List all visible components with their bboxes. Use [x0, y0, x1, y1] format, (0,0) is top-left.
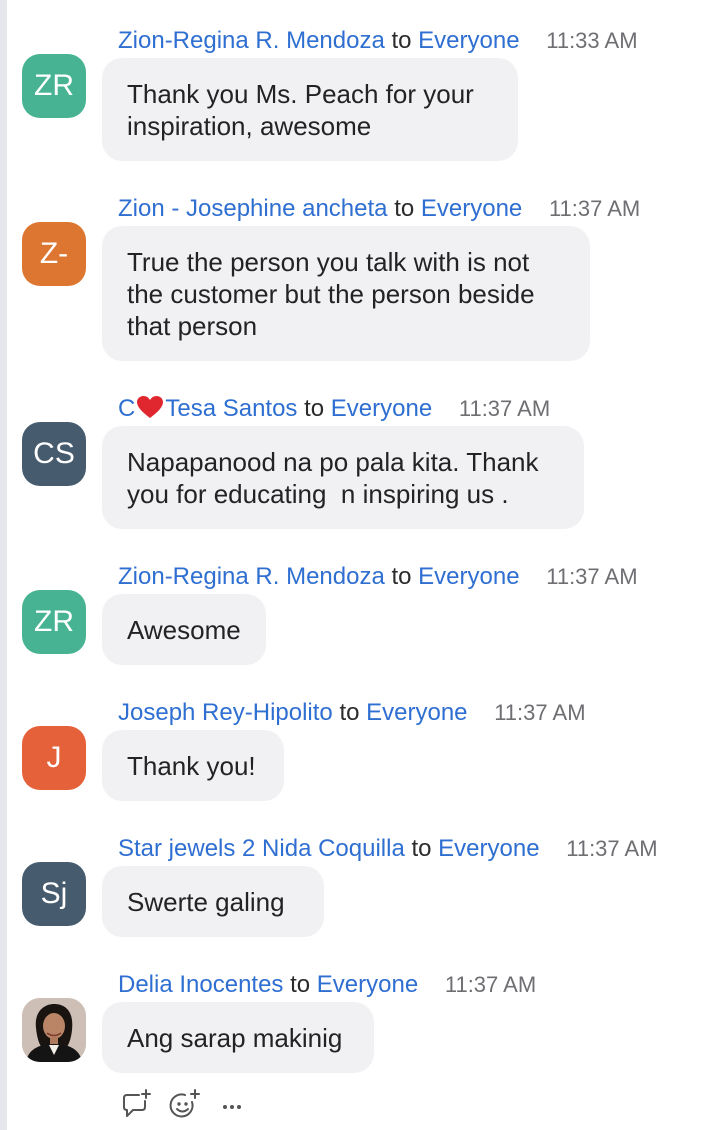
avatar-initials: Sj: [40, 877, 68, 910]
timestamp: 11:37 AM: [458, 396, 551, 421]
avatar-initials: ZR: [34, 69, 74, 102]
recipient-name[interactable]: Everyone: [331, 395, 432, 422]
message-header: Zion - Josephine ancheta to Everyone 11:…: [118, 194, 640, 224]
message-bubble[interactable]: Ang sarap makinig: [102, 1002, 374, 1073]
sender-name[interactable]: C Tesa Santos: [118, 395, 297, 422]
timestamp: 11:33 AM: [546, 28, 638, 53]
sender-prefix: C: [118, 395, 136, 422]
message-header: Delia Inocentes to Everyone 11:37 AM: [118, 970, 536, 1000]
sender-name[interactable]: Star jewels 2 Nida Coquilla: [118, 835, 405, 862]
message-bubble[interactable]: Swerte galing: [102, 866, 324, 937]
more-options-button[interactable]: [216, 1088, 252, 1122]
sender-name[interactable]: Zion-Regina R. Mendoza: [118, 27, 385, 54]
sender-name[interactable]: Zion - Josephine ancheta: [118, 195, 388, 222]
timestamp: 11:37 AM: [548, 196, 641, 221]
timestamp: 11:37 AM: [546, 564, 638, 589]
avatar[interactable]: Z-: [22, 222, 86, 286]
message-actions: [118, 1088, 265, 1122]
reply-button[interactable]: [118, 1088, 154, 1122]
message-header: C Tesa Santos to Everyone 11:37 AM: [118, 394, 550, 424]
message-bubble[interactable]: True the person you talk with is not the…: [102, 226, 590, 361]
to-label: to: [304, 395, 325, 422]
left-border: [0, 0, 7, 1130]
avatar-initials: CS: [33, 437, 75, 470]
to-label: to: [290, 971, 311, 998]
timestamp: 11:37 AM: [566, 836, 658, 861]
avatar[interactable]: CS: [22, 422, 86, 486]
more-options-icon: [223, 1105, 241, 1109]
chat-panel: Zion-Regina R. Mendoza to Everyone 11:33…: [0, 0, 718, 1130]
recipient-name[interactable]: Everyone: [418, 563, 519, 590]
reply-icon: [123, 1089, 151, 1117]
recipient-name[interactable]: Everyone: [418, 27, 519, 54]
avatar-initials: ZR: [34, 605, 74, 638]
message-header: Star jewels 2 Nida Coquilla to Everyone …: [118, 834, 658, 864]
sender-name[interactable]: Zion-Regina R. Mendoza: [118, 563, 385, 590]
recipient-name[interactable]: Everyone: [438, 835, 539, 862]
add-reaction-button[interactable]: [167, 1088, 203, 1122]
to-label: to: [394, 195, 415, 222]
to-label: to: [339, 699, 360, 726]
avatar-photo[interactable]: [22, 998, 86, 1062]
avatar[interactable]: ZR: [22, 54, 86, 118]
avatar-initials: Z-: [39, 237, 69, 270]
message-header: Zion-Regina R. Mendoza to Everyone 11:37…: [118, 562, 638, 592]
profile-photo-icon: [22, 998, 86, 1062]
sender-name[interactable]: Joseph Rey-Hipolito: [118, 699, 333, 726]
sender-name-text: Tesa Santos: [165, 395, 298, 422]
avatar-initials: J: [46, 741, 62, 774]
message-bubble[interactable]: Thank you!: [102, 730, 284, 801]
message-bubble[interactable]: Napapanood na po pala kita. Thank you fo…: [102, 426, 584, 529]
add-reaction-icon: [169, 1089, 200, 1118]
recipient-name[interactable]: Everyone: [317, 971, 418, 998]
timestamp: 11:37 AM: [494, 700, 586, 725]
recipient-name[interactable]: Everyone: [421, 195, 522, 222]
avatar[interactable]: Sj: [22, 862, 86, 926]
message-header: Joseph Rey-Hipolito to Everyone 11:37 AM: [118, 698, 586, 728]
avatar[interactable]: ZR: [22, 590, 86, 654]
heart-emoji-icon: [136, 395, 164, 427]
message-bubble[interactable]: Awesome: [102, 594, 266, 665]
to-label: to: [391, 27, 412, 54]
avatar[interactable]: J: [22, 726, 86, 790]
recipient-name[interactable]: Everyone: [366, 699, 467, 726]
sender-name[interactable]: Delia Inocentes: [118, 971, 283, 998]
to-label: to: [391, 563, 412, 590]
message-header: Zion-Regina R. Mendoza to Everyone 11:33…: [118, 26, 638, 56]
message-bubble[interactable]: Thank you Ms. Peach for your inspiration…: [102, 58, 518, 161]
timestamp: 11:37 AM: [444, 972, 537, 997]
to-label: to: [411, 835, 432, 862]
